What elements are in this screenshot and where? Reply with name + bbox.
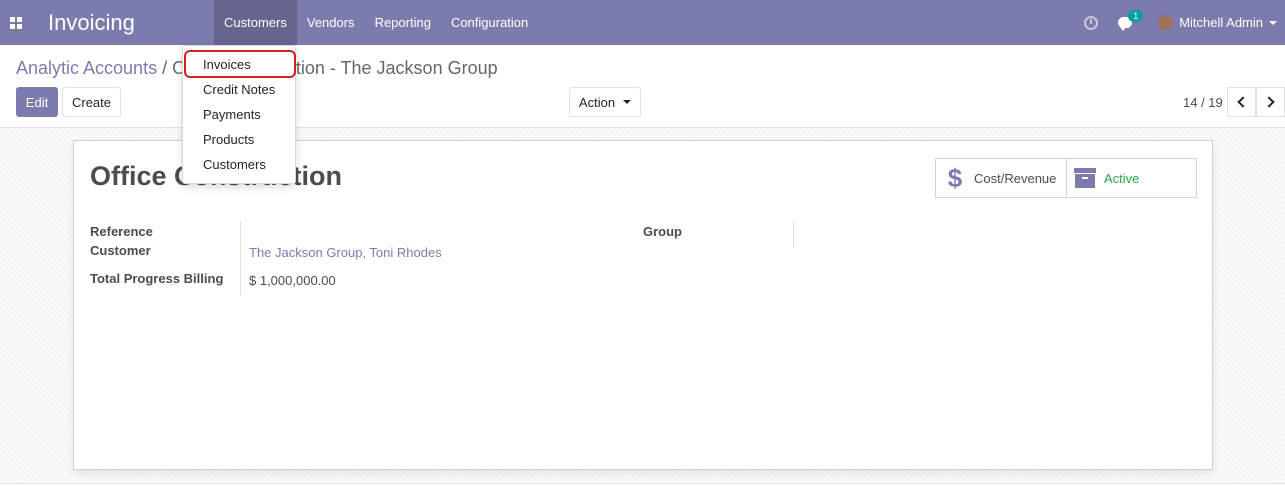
field-divider (240, 221, 241, 296)
caret-down-icon (623, 100, 632, 104)
menu-configuration[interactable]: Configuration (441, 0, 538, 45)
breadcrumb-parent[interactable]: Analytic Accounts (16, 58, 157, 78)
reference-label: Reference (90, 224, 153, 239)
customer-label: Customer (90, 243, 151, 258)
active-toggle-button[interactable]: Active (1066, 159, 1196, 197)
chevron-left-icon (1237, 96, 1249, 108)
cost-revenue-button[interactable]: $ Cost/Revenue (936, 159, 1066, 197)
dropdown-item-payments[interactable]: Payments (183, 102, 295, 127)
dropdown-item-credit-notes[interactable]: Credit Notes (183, 77, 295, 102)
apps-menu-icon[interactable] (0, 0, 32, 45)
user-menu[interactable]: Mitchell Admin (1158, 15, 1277, 30)
breadcrumb-separator: / (162, 58, 168, 78)
menu-customers[interactable]: Customers (214, 0, 297, 45)
customer-link[interactable]: The Jackson Group, Toni Rhodes (249, 245, 442, 260)
menu-reporting[interactable]: Reporting (365, 0, 441, 45)
action-button[interactable]: Action (569, 87, 641, 117)
invoices-highlight-box (184, 50, 296, 78)
group-label: Group (643, 224, 682, 239)
app-title[interactable]: Invoicing (32, 10, 214, 36)
pager-next-button[interactable] (1256, 87, 1285, 117)
clock-icon[interactable] (1084, 15, 1099, 30)
menu-vendors[interactable]: Vendors (297, 0, 365, 45)
billing-value: $ 1,000,000.00 (249, 273, 336, 288)
dollar-icon: $ (947, 162, 963, 193)
chat-badge: 1 (1128, 10, 1144, 22)
group-divider (793, 221, 794, 248)
messaging-menu[interactable]: 1 (1118, 10, 1144, 31)
customers-dropdown-menu: Invoices Credit Notes Payments Products … (182, 45, 296, 184)
pager-value[interactable]: 14 / 19 (1183, 95, 1223, 110)
cost-revenue-label: Cost/Revenue (974, 170, 1057, 186)
dropdown-item-products[interactable]: Products (183, 127, 295, 152)
dropdown-item-customers[interactable]: Customers (183, 152, 295, 177)
action-label: Action (578, 94, 616, 110)
form-sheet: Office Construction $ Cost/Revenue Activ… (73, 140, 1213, 470)
top-navbar: Invoicing Customers Vendors Reporting Co… (0, 0, 1285, 45)
avatar (1158, 15, 1174, 30)
pager-previous-button[interactable] (1227, 87, 1256, 117)
chevron-right-icon (1263, 96, 1275, 108)
billing-label: Total Progress Billing (90, 271, 224, 286)
smart-button-box: $ Cost/Revenue Active (935, 158, 1197, 198)
caret-down-icon (1269, 20, 1277, 25)
archive-icon (1074, 168, 1096, 188)
user-name: Mitchell Admin (1179, 15, 1263, 30)
create-button[interactable]: Create (62, 87, 121, 117)
active-label: Active (1104, 170, 1140, 186)
edit-button[interactable]: Edit (16, 87, 58, 117)
